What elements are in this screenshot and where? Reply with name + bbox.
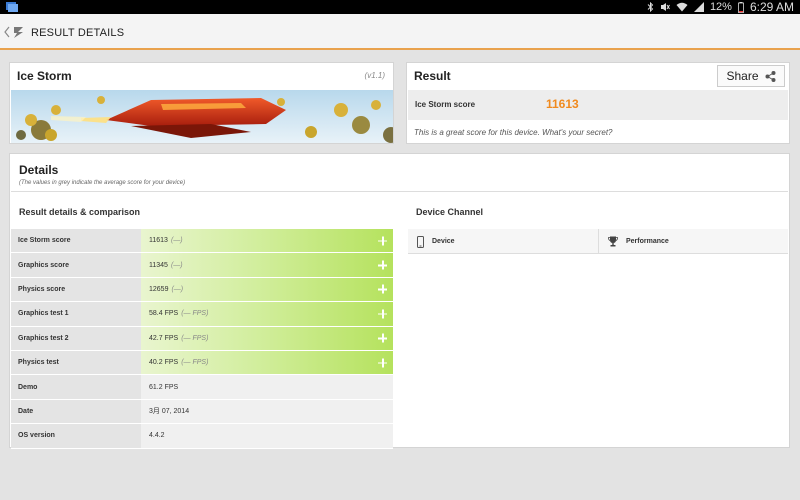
result-row-value: 40.2 FPS xyxy=(149,359,179,367)
result-row-label: Graphics test 2 xyxy=(11,326,141,350)
result-row-value-cell: 11345 (—) xyxy=(141,253,393,277)
result-row-label: Demo xyxy=(11,375,141,399)
status-bar: 12% 6:29 AM xyxy=(0,0,800,14)
device-column[interactable]: Device xyxy=(417,229,455,254)
result-row[interactable]: Graphics test 2 42.7 FPS (— FPS) xyxy=(11,326,393,351)
comparison-heading: Result details & comparison xyxy=(19,207,141,217)
action-bar: RESULT DETAILS xyxy=(0,14,800,50)
trophy-icon xyxy=(608,236,618,247)
result-row-label: Physics score xyxy=(11,277,141,302)
result-row-value: 58.4 FPS xyxy=(149,310,179,318)
details-panel: Details (The values in grey indicate the… xyxy=(9,153,790,449)
result-row-label: Physics test xyxy=(11,350,141,375)
expand-plus-icon[interactable] xyxy=(378,236,387,246)
result-row-average: (—) xyxy=(170,261,183,269)
performance-column[interactable]: Performance xyxy=(608,229,669,254)
results-table: Ice Storm score 11613 (—) Graphics score 113… xyxy=(11,229,393,449)
result-row-value-cell: 58.4 FPS (— FPS) xyxy=(141,302,393,326)
score-label: Ice Storm score xyxy=(415,100,476,109)
score-note: This is a great score for this device. W… xyxy=(414,128,613,137)
result-title: Result xyxy=(414,69,451,83)
result-row-average: (— FPS) xyxy=(181,310,209,318)
device-channel-header: Device Performance xyxy=(408,229,788,254)
expand-plus-icon[interactable] xyxy=(378,333,387,343)
result-row-value: 3月 07, 2014 xyxy=(149,408,190,416)
bluetooth-icon xyxy=(647,2,654,12)
result-row-label: Date xyxy=(11,399,141,424)
result-row-value: 42.7 FPS xyxy=(149,334,179,342)
share-button[interactable]: Share xyxy=(717,65,785,87)
result-row-label: Graphics score xyxy=(11,253,141,277)
clock: 6:29 AM xyxy=(749,0,794,14)
device-channel-heading: Device Channel xyxy=(416,207,484,217)
result-row: OS version 4.4.2 xyxy=(11,424,393,449)
result-row-value-cell: 4.4.2 xyxy=(141,424,393,448)
score-value: 11613 xyxy=(546,97,579,111)
result-row-value-cell: 42.7 FPS (— FPS) xyxy=(141,326,393,350)
expand-plus-icon[interactable] xyxy=(378,358,387,368)
result-row[interactable]: Physics score 12659 (—) xyxy=(11,277,393,303)
details-subtitle: (The values in grey indicate the average… xyxy=(19,180,186,186)
test-name: Ice Storm xyxy=(17,69,72,83)
result-row-average: (— FPS) xyxy=(181,359,209,367)
result-row[interactable]: Graphics test 1 58.4 FPS (— FPS) xyxy=(11,302,393,327)
result-row-value-cell: 3月 07, 2014 xyxy=(141,399,393,424)
divider xyxy=(11,191,788,192)
result-row-average: (— FPS) xyxy=(181,334,209,342)
signal-icon xyxy=(693,2,704,12)
3dmark-logo-icon[interactable] xyxy=(13,26,24,39)
notification-app-icon xyxy=(6,2,18,12)
result-row-value-cell: 40.2 FPS (— FPS) xyxy=(141,350,393,375)
page-title: RESULT DETAILS xyxy=(31,27,125,39)
battery-percent: 12% xyxy=(709,1,732,13)
expand-plus-icon[interactable] xyxy=(378,309,387,319)
test-card[interactable]: Ice Storm (v1.1) xyxy=(9,62,394,144)
column-separator xyxy=(598,229,599,254)
device-column-label: Device xyxy=(432,238,455,245)
score-row: Ice Storm score 11613 xyxy=(408,90,788,120)
result-row-value: 12659 xyxy=(149,285,169,293)
result-row: Demo 61.2 FPS xyxy=(11,375,393,400)
result-row-average: (—) xyxy=(171,285,184,293)
mute-icon xyxy=(660,3,670,11)
phone-icon xyxy=(417,235,424,248)
result-row-label: Graphics test 1 xyxy=(11,302,141,326)
result-row-value: 61.2 FPS xyxy=(149,383,179,391)
result-card: Result Share Ice Storm score 11613 This … xyxy=(406,62,790,144)
result-row[interactable]: Graphics score 11345 (—) xyxy=(11,253,393,278)
result-row-value: 4.4.2 xyxy=(149,432,165,440)
result-row-value-cell: 11613 (—) xyxy=(141,229,393,253)
result-row-label: Ice Storm score xyxy=(11,229,141,253)
result-row[interactable]: Ice Storm score 11613 (—) xyxy=(11,229,393,254)
result-row-average: (—) xyxy=(170,237,183,245)
result-row-value: 11345 xyxy=(149,261,168,269)
result-row-value-cell: 61.2 FPS xyxy=(141,375,393,399)
result-row-label: OS version xyxy=(11,424,141,448)
details-title: Details xyxy=(19,163,59,177)
battery-icon xyxy=(738,1,744,13)
wifi-icon xyxy=(676,2,688,12)
result-row-value-cell: 12659 (—) xyxy=(141,277,393,302)
result-row-value: 11613 xyxy=(149,237,168,245)
expand-plus-icon[interactable] xyxy=(378,260,387,270)
share-label: Share xyxy=(726,69,759,83)
performance-column-label: Performance xyxy=(626,238,669,245)
result-row[interactable]: Physics test 40.2 FPS (— FPS) xyxy=(11,350,393,376)
back-chevron-icon[interactable] xyxy=(4,26,10,38)
test-version: (v1.1) xyxy=(364,71,385,80)
expand-plus-icon[interactable] xyxy=(378,284,387,294)
result-row: Date 3月 07, 2014 xyxy=(11,399,393,425)
ice-storm-banner-image xyxy=(11,90,393,143)
share-icon xyxy=(765,70,776,82)
